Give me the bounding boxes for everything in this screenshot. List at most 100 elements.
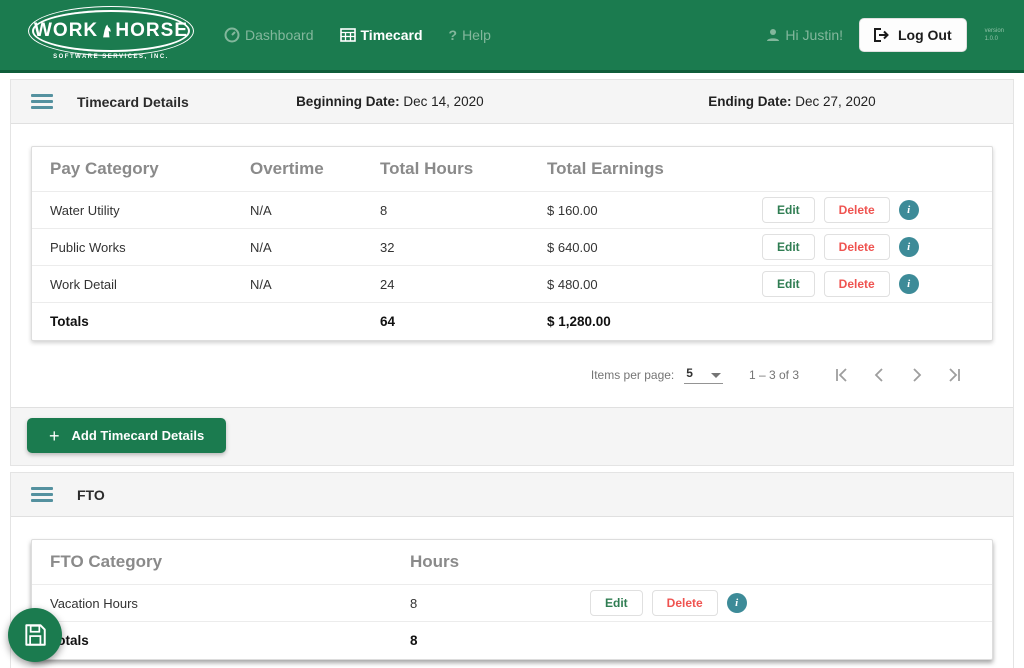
totals-row: Totals 8 bbox=[32, 621, 992, 659]
chevron-down-icon bbox=[711, 373, 721, 378]
col-total-hours: Total Hours bbox=[380, 159, 547, 179]
save-fab-button[interactable] bbox=[8, 608, 62, 662]
page-range: 1 – 3 of 3 bbox=[749, 368, 799, 382]
col-fto-category: FTO Category bbox=[50, 552, 410, 572]
chevron-right-icon bbox=[909, 367, 925, 383]
cell-pay-category: Work Detail bbox=[50, 277, 250, 292]
version-label: version bbox=[985, 27, 1004, 35]
table-row: Work Detail N/A 24 $ 480.00 Edit Delete … bbox=[32, 265, 992, 302]
fto-section: FTO FTO Category Hours Vacation Hours 8 … bbox=[10, 472, 1014, 668]
add-timecard-details-button[interactable]: + Add Timecard Details bbox=[27, 418, 226, 453]
cell-overtime: N/A bbox=[250, 277, 380, 292]
cell-total-hours: 8 bbox=[380, 203, 547, 218]
edit-button[interactable]: Edit bbox=[762, 234, 815, 260]
cell-total-hours: 24 bbox=[380, 277, 547, 292]
totals-earnings: $ 1,280.00 bbox=[547, 314, 762, 329]
edit-button[interactable]: Edit bbox=[762, 271, 815, 297]
logout-button[interactable]: Log Out bbox=[859, 18, 967, 52]
delete-button[interactable]: Delete bbox=[824, 271, 890, 297]
help-icon: ? bbox=[449, 27, 458, 43]
nav-help-label: Help bbox=[462, 27, 491, 43]
first-page-icon bbox=[833, 367, 849, 383]
main-nav: Dashboard Timecard ? Help bbox=[224, 27, 491, 43]
items-per-page-label: Items per page: bbox=[591, 368, 674, 382]
beginning-date-label: Beginning Date: bbox=[296, 94, 400, 109]
dashboard-icon bbox=[224, 27, 240, 43]
first-page-button[interactable] bbox=[827, 361, 855, 389]
totals-label: Totals bbox=[50, 633, 410, 648]
user-greeting: Hi Justin! bbox=[766, 27, 843, 43]
cell-overtime: N/A bbox=[250, 240, 380, 255]
totals-hours: 64 bbox=[380, 314, 547, 329]
beginning-date: Beginning Date: Dec 14, 2020 bbox=[189, 94, 591, 109]
edit-button[interactable]: Edit bbox=[762, 197, 815, 223]
hamburger-menu-icon[interactable] bbox=[31, 484, 53, 505]
hamburger-menu-icon[interactable] bbox=[31, 91, 53, 112]
info-icon[interactable]: i bbox=[899, 274, 919, 294]
ending-date: Ending Date: Dec 27, 2020 bbox=[591, 94, 993, 109]
info-icon[interactable]: i bbox=[727, 593, 747, 613]
ending-date-value: Dec 27, 2020 bbox=[792, 94, 876, 109]
prev-page-button[interactable] bbox=[865, 361, 893, 389]
app-header: WORK HORSE SOFTWARE SERVICES, INC. Dashb… bbox=[0, 0, 1024, 73]
items-per-page-value: 5 bbox=[686, 366, 693, 380]
col-hours: Hours bbox=[410, 552, 590, 572]
pay-period-dates: Beginning Date: Dec 14, 2020 Ending Date… bbox=[189, 94, 993, 109]
totals-hours: 8 bbox=[410, 633, 590, 648]
beginning-date-value: Dec 14, 2020 bbox=[400, 94, 484, 109]
cell-total-earnings: $ 480.00 bbox=[547, 277, 762, 292]
cell-pay-category: Water Utility bbox=[50, 203, 250, 218]
greeting-text: Hi Justin! bbox=[785, 27, 843, 43]
delete-button[interactable]: Delete bbox=[824, 234, 890, 260]
edit-button[interactable]: Edit bbox=[590, 590, 643, 616]
timecard-details-section: Timecard Details Beginning Date: Dec 14,… bbox=[10, 79, 1014, 466]
pagination-controls bbox=[827, 361, 969, 389]
totals-label: Totals bbox=[50, 314, 250, 329]
nav-dashboard[interactable]: Dashboard bbox=[224, 27, 314, 43]
row-actions: Edit Delete i bbox=[762, 234, 974, 260]
delete-button[interactable]: Delete bbox=[824, 197, 890, 223]
timecard-pagination: Items per page: 5 1 – 3 of 3 bbox=[31, 341, 993, 397]
delete-button[interactable]: Delete bbox=[652, 590, 718, 616]
items-per-page-select[interactable]: 5 bbox=[684, 366, 723, 384]
cell-total-earnings: $ 640.00 bbox=[547, 240, 762, 255]
fto-title: FTO bbox=[77, 487, 105, 503]
workhorse-logo: WORK HORSE SOFTWARE SERVICES, INC. bbox=[32, 10, 190, 60]
cell-total-earnings: $ 160.00 bbox=[547, 203, 762, 218]
horse-head-icon bbox=[101, 21, 112, 41]
last-page-button[interactable] bbox=[941, 361, 969, 389]
col-pay-category: Pay Category bbox=[50, 159, 250, 179]
logo-word-1: WORK bbox=[34, 20, 98, 42]
cell-overtime: N/A bbox=[250, 203, 380, 218]
version-badge: version 1.0.0 bbox=[985, 27, 1004, 43]
cell-pay-category: Public Works bbox=[50, 240, 250, 255]
timecard-details-body: Pay Category Overtime Total Hours Total … bbox=[11, 124, 1013, 407]
info-icon[interactable]: i bbox=[899, 237, 919, 257]
col-total-earnings: Total Earnings bbox=[547, 159, 762, 179]
nav-dashboard-label: Dashboard bbox=[245, 27, 314, 43]
logo-tagline: SOFTWARE SERVICES, INC. bbox=[53, 54, 169, 60]
timecard-details-header: Timecard Details Beginning Date: Dec 14,… bbox=[11, 80, 1013, 124]
fto-body: FTO Category Hours Vacation Hours 8 Edit… bbox=[11, 517, 1013, 668]
row-actions: Edit Delete i bbox=[590, 590, 974, 616]
row-actions: Edit Delete i bbox=[762, 197, 974, 223]
topbar-right: Hi Justin! Log Out version 1.0.0 bbox=[766, 18, 1004, 52]
nav-help[interactable]: ? Help bbox=[449, 27, 491, 43]
fto-pagination: Items per page: 5 1 – 1 of 1 bbox=[31, 660, 993, 668]
page-root: WORK HORSE SOFTWARE SERVICES, INC. Dashb… bbox=[0, 0, 1024, 668]
cell-total-hours: 32 bbox=[380, 240, 547, 255]
timecard-details-title: Timecard Details bbox=[77, 94, 189, 110]
save-floppy-icon bbox=[22, 622, 48, 648]
next-page-button[interactable] bbox=[903, 361, 931, 389]
table-row: Water Utility N/A 8 $ 160.00 Edit Delete… bbox=[32, 191, 992, 228]
timecard-grid-icon bbox=[340, 28, 356, 42]
col-overtime: Overtime bbox=[250, 159, 380, 179]
totals-row: Totals 64 $ 1,280.00 bbox=[32, 302, 992, 340]
fto-table-header-row: FTO Category Hours bbox=[32, 540, 992, 584]
add-timecard-details-label: Add Timecard Details bbox=[72, 428, 205, 443]
chevron-left-icon bbox=[871, 367, 887, 383]
info-icon[interactable]: i bbox=[899, 200, 919, 220]
last-page-icon bbox=[947, 367, 963, 383]
logout-label: Log Out bbox=[898, 27, 952, 43]
nav-timecard[interactable]: Timecard bbox=[340, 27, 423, 43]
